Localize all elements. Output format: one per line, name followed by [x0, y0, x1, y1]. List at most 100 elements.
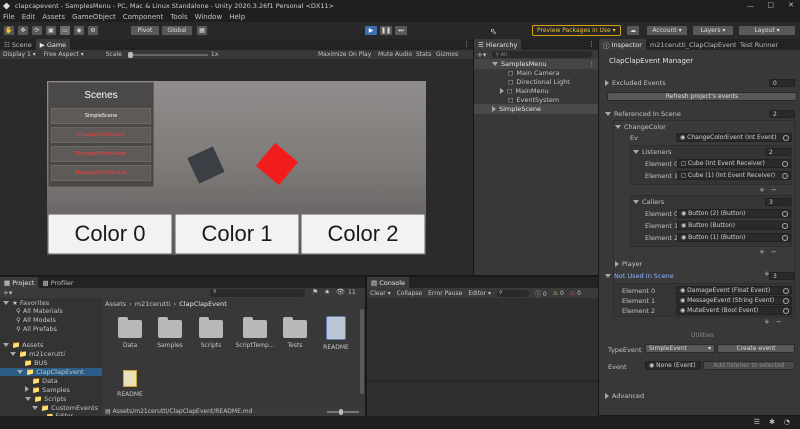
menu-item[interactable]: Assets: [42, 13, 65, 21]
add-listener-button[interactable]: Add listener to selected: [703, 361, 795, 370]
listener-field-0[interactable]: ◻ Cube (Int Event Receiver): [677, 159, 791, 168]
more-options-icon[interactable]: ⋮: [463, 40, 470, 48]
object-picker-icon[interactable]: [783, 297, 789, 304]
object-picker-icon[interactable]: [782, 234, 788, 241]
aspect-dropdown[interactable]: Free Aspect ▾: [44, 51, 84, 58]
tree-item[interactable]: 📁 CustomEvents: [32, 404, 98, 412]
tree-item[interactable]: ⚲ All Materials: [16, 307, 63, 315]
caller-field-1[interactable]: ◉ Button (Button): [677, 221, 791, 230]
rotate-tool-icon[interactable]: ⟳: [31, 25, 43, 36]
display-dropdown[interactable]: Display 1 ▾: [3, 51, 36, 58]
maximize-icon[interactable]: □: [767, 1, 774, 9]
search-input[interactable]: ⚲ All: [492, 51, 593, 58]
event-field[interactable]: ◉ None (Event): [645, 361, 701, 370]
error-icon[interactable]: ⚠ 0: [570, 290, 581, 297]
play-icon[interactable]: ▶: [364, 25, 378, 36]
expand-icon[interactable]: [633, 200, 639, 204]
remove-listener-icon[interactable]: −: [771, 186, 777, 194]
menu-item[interactable]: Help: [229, 13, 245, 21]
search-input[interactable]: ⚲: [210, 289, 305, 297]
tab-console[interactable]: ▤ Console: [367, 277, 410, 288]
custom-tool-icon[interactable]: ⚙: [87, 25, 99, 36]
remove-not-used-icon[interactable]: −: [776, 318, 782, 326]
add-icon[interactable]: +▾: [3, 289, 12, 297]
color-1-button[interactable]: Color 1: [175, 214, 299, 254]
tree-item[interactable]: 📁 Assets: [3, 341, 43, 349]
menu-item[interactable]: Window: [195, 13, 223, 21]
clear-button[interactable]: Clear ▾: [370, 290, 391, 297]
breadcrumb-item[interactable]: m21cerutti: [135, 300, 171, 308]
callers-count-field[interactable]: 3: [765, 198, 791, 206]
remove-caller-icon[interactable]: −: [771, 248, 777, 256]
account-dropdown[interactable]: Account ▾: [646, 25, 688, 36]
asset-folder-data[interactable]: Data: [114, 317, 146, 349]
label-icon[interactable]: ★: [324, 288, 330, 296]
hierarchy-item-simplescene[interactable]: SimpleScene: [474, 104, 598, 114]
caller-field-0[interactable]: ◉ Button (2) (Button): [677, 209, 791, 218]
excluded-count-field[interactable]: 0: [769, 79, 795, 87]
tree-item[interactable]: 📁 Scripts: [25, 395, 66, 403]
expand-icon[interactable]: [633, 150, 639, 154]
add-icon[interactable]: +▾: [477, 51, 486, 59]
cloud-icon[interactable]: ☁: [626, 25, 640, 36]
not-used-field-1[interactable]: ◉ MessageEvent (String Event): [676, 296, 792, 305]
layers-dropdown[interactable]: Layers ▾: [692, 25, 734, 36]
global-button[interactable]: Global: [161, 25, 193, 36]
scale-tool-icon[interactable]: ▣: [45, 25, 57, 36]
breadcrumb-item[interactable]: ClapClapEvent: [179, 300, 227, 308]
tree-item-selected[interactable]: 📁 ClapClapEvent: [0, 368, 102, 376]
collapse-button[interactable]: Collapse: [397, 290, 423, 297]
expand-icon[interactable]: [615, 125, 621, 129]
event-object-field[interactable]: ◉ ChangeColorEvent (Int Event): [676, 133, 792, 142]
layout-dropdown[interactable]: Layout ▾: [738, 25, 796, 36]
expand-icon[interactable]: [605, 274, 611, 278]
color-2-button[interactable]: Color 2: [301, 214, 425, 254]
minimize-icon[interactable]: —: [747, 2, 754, 10]
object-picker-icon[interactable]: [782, 172, 788, 179]
object-picker-icon[interactable]: [782, 160, 788, 167]
object-picker-icon[interactable]: [783, 307, 789, 314]
info-icon[interactable]: ⓘ 0: [535, 289, 547, 298]
game-viewport[interactable]: Scenes SimpleScene ChangeColorScene Dama…: [47, 81, 426, 255]
tree-item[interactable]: ⚲ All Models: [16, 316, 56, 324]
tab-hierarchy[interactable]: ☰ Hierarchy: [474, 39, 522, 50]
listener-field-1[interactable]: ◻ Cube (1) (Int Event Receiver): [677, 171, 791, 180]
more-options-icon[interactable]: ⋮: [588, 40, 595, 48]
expand-icon[interactable]: [492, 62, 498, 66]
transform-tool-icon[interactable]: ◉: [73, 25, 85, 36]
caller-field-2[interactable]: ◉ Button (1) (Button): [677, 233, 791, 242]
asset-folder-scripttemp[interactable]: ScriptTemp...: [235, 317, 275, 349]
menu-item[interactable]: GameObject: [72, 13, 116, 21]
referenced-count-field[interactable]: 2: [769, 110, 795, 118]
object-picker-icon[interactable]: [782, 210, 788, 217]
bug-icon[interactable]: ✱: [769, 418, 775, 426]
maximize-on-play-toggle[interactable]: Maximize On Play: [318, 51, 371, 58]
error-pause-button[interactable]: Error Pause: [428, 290, 462, 297]
rect-tool-icon[interactable]: ▭: [59, 25, 71, 36]
move-tool-icon[interactable]: ✥: [17, 25, 29, 36]
expand-icon[interactable]: [492, 106, 496, 112]
listeners-count-field[interactable]: 2: [765, 148, 791, 156]
scene-item-changecolor[interactable]: ChangeColorScene: [51, 127, 151, 143]
tab-test-runner[interactable]: Test Runner: [736, 39, 782, 50]
asset-folder-scripts[interactable]: Scripts: [195, 317, 227, 349]
scene-item-message[interactable]: MessageEventScene: [51, 165, 151, 181]
menu-item[interactable]: Component: [123, 13, 164, 21]
collapse-icon[interactable]: [605, 80, 609, 86]
create-event-button[interactable]: Create event: [717, 344, 795, 353]
tab-scene[interactable]: ☷ Scene: [0, 39, 36, 50]
add-listener-icon[interactable]: +: [759, 186, 765, 194]
pivot-button[interactable]: Pivot: [130, 25, 160, 36]
tab-project[interactable]: ▦ Project: [0, 277, 39, 288]
not-used-field-2[interactable]: ◉ MuteEvent (Bool Event): [676, 306, 792, 315]
not-used-field-0[interactable]: ◉ DamageEvent (Float Event): [676, 286, 792, 295]
tab-manager[interactable]: m21cerutti_ClapClapEvent...: [646, 39, 736, 50]
type-event-dropdown[interactable]: SimpleEvent ▾: [645, 344, 715, 353]
add-not-used-icon[interactable]: +: [764, 318, 770, 326]
scene-item-damage[interactable]: DamageEventScene: [51, 146, 151, 162]
asset-folder-tests[interactable]: Tests: [279, 317, 311, 349]
menu-item[interactable]: Edit: [22, 13, 36, 21]
project-scrollbar[interactable]: [360, 309, 364, 394]
expand-icon[interactable]: [615, 261, 619, 267]
filter-icon[interactable]: ⚑: [312, 288, 318, 296]
